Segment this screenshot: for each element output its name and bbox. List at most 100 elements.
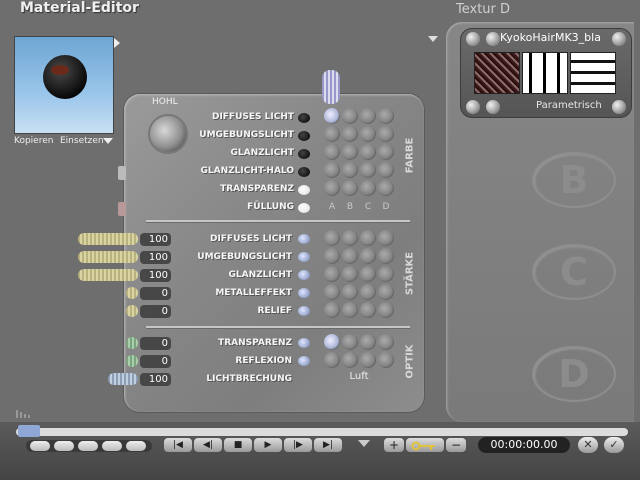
timecode-display[interactable]: 00:00:00.00 xyxy=(478,437,570,453)
material-preview[interactable] xyxy=(14,36,114,134)
texture-slot[interactable] xyxy=(378,230,394,246)
texture-slot[interactable] xyxy=(324,302,340,318)
texture-slot[interactable] xyxy=(324,248,340,264)
texture-slot[interactable] xyxy=(378,108,394,124)
texture-knob-icon[interactable] xyxy=(612,100,626,114)
texture-slot[interactable] xyxy=(342,230,358,246)
texture-knob-icon[interactable] xyxy=(486,32,500,46)
add-key-button[interactable]: + xyxy=(384,438,404,452)
texture-slot[interactable] xyxy=(378,302,394,318)
texture-slot[interactable] xyxy=(378,334,394,350)
preview-arrow-icon[interactable] xyxy=(114,38,120,48)
view-pill-button[interactable] xyxy=(54,441,74,451)
texture-slot[interactable] xyxy=(342,352,358,368)
prev-frame-button[interactable]: ◀| xyxy=(194,438,222,452)
texture-slot[interactable] xyxy=(360,284,376,300)
texture-slot[interactable] xyxy=(378,248,394,264)
texture-slot[interactable] xyxy=(360,248,376,264)
remove-key-button[interactable]: − xyxy=(446,438,466,452)
tube-handle[interactable] xyxy=(322,70,340,104)
strength-map-dot[interactable] xyxy=(298,288,310,298)
view-pill-button[interactable] xyxy=(102,441,122,451)
texture-slot[interactable] xyxy=(360,180,376,196)
refraction-preset[interactable]: Luft xyxy=(320,371,398,382)
strength-slider[interactable] xyxy=(78,251,138,263)
strength-slider[interactable] xyxy=(78,269,138,281)
key-button[interactable] xyxy=(406,438,444,452)
side-handle-icon[interactable] xyxy=(118,202,126,216)
texture-slot[interactable] xyxy=(324,144,340,160)
texture-slot[interactable] xyxy=(342,266,358,282)
texture-knob-icon[interactable] xyxy=(466,32,480,46)
color-swatch[interactable] xyxy=(298,203,310,213)
texture-thumbnail[interactable] xyxy=(474,52,520,94)
texture-slot[interactable] xyxy=(360,108,376,124)
view-pill-button[interactable] xyxy=(30,441,50,451)
texture-slot[interactable] xyxy=(378,284,394,300)
texture-slot[interactable] xyxy=(342,108,358,124)
texture-slot[interactable] xyxy=(342,248,358,264)
texture-knob-icon[interactable] xyxy=(612,32,626,46)
texture-slot[interactable] xyxy=(342,284,358,300)
texture-slot[interactable] xyxy=(324,180,340,196)
close-icon[interactable]: ✕ xyxy=(578,437,598,453)
strength-map-dot[interactable] xyxy=(298,234,310,244)
view-pill-button[interactable] xyxy=(78,441,98,451)
texture-slot[interactable] xyxy=(360,352,376,368)
texture-slot[interactable] xyxy=(378,126,394,142)
texture-mode[interactable]: Parametrisch xyxy=(536,100,602,111)
timeline-track[interactable] xyxy=(16,428,628,436)
optik-map-dot[interactable] xyxy=(298,338,310,348)
color-swatch[interactable] xyxy=(298,113,310,123)
texture-slot[interactable] xyxy=(342,144,358,160)
options-triangle-icon[interactable] xyxy=(428,36,438,42)
last-frame-button[interactable]: ▶| xyxy=(314,438,342,452)
texture-slot[interactable] xyxy=(342,180,358,196)
preview-menu-icon[interactable] xyxy=(103,138,113,144)
play-button[interactable]: ▶ xyxy=(254,438,282,452)
texture-slot[interactable] xyxy=(342,302,358,318)
side-handle-icon[interactable] xyxy=(118,166,126,180)
texture-slot[interactable] xyxy=(324,126,340,142)
texture-slot[interactable] xyxy=(324,352,340,368)
strength-map-dot[interactable] xyxy=(298,252,310,262)
texture-knob-icon[interactable] xyxy=(486,100,500,114)
texture-slot[interactable] xyxy=(378,266,394,282)
dropdown-triangle-icon[interactable] xyxy=(358,440,370,447)
strength-slider[interactable] xyxy=(78,233,138,245)
texture-slot[interactable] xyxy=(342,126,358,142)
texture-slot[interactable] xyxy=(360,126,376,142)
texture-slot[interactable] xyxy=(324,108,340,124)
texture-slot[interactable] xyxy=(360,302,376,318)
timeline-marker[interactable] xyxy=(18,425,40,437)
optik-map-dot[interactable] xyxy=(298,356,310,366)
next-frame-button[interactable]: |▶ xyxy=(284,438,312,452)
texture-slot[interactable] xyxy=(342,334,358,350)
stop-button[interactable]: ■ xyxy=(224,438,252,452)
color-swatch[interactable] xyxy=(298,167,310,177)
color-swatch[interactable] xyxy=(298,131,310,141)
texture-slot[interactable] xyxy=(324,284,340,300)
texture-slot[interactable] xyxy=(324,162,340,178)
color-swatch[interactable] xyxy=(298,185,310,195)
texture-thumbnail[interactable] xyxy=(522,52,568,94)
first-frame-button[interactable]: |◀ xyxy=(164,438,192,452)
strength-map-dot[interactable] xyxy=(298,306,310,316)
check-icon[interactable]: ✓ xyxy=(604,437,624,453)
texture-slot[interactable] xyxy=(360,162,376,178)
texture-slot[interactable] xyxy=(324,230,340,246)
ghost-letter-b[interactable]: B xyxy=(532,152,616,208)
texture-slot[interactable] xyxy=(324,266,340,282)
texture-slot[interactable] xyxy=(378,180,394,196)
texture-slot[interactable] xyxy=(360,230,376,246)
paste-link[interactable]: Einsetzen xyxy=(60,136,104,146)
texture-slot[interactable] xyxy=(378,162,394,178)
texture-knob-icon[interactable] xyxy=(466,100,480,114)
texture-slot[interactable] xyxy=(360,334,376,350)
ghost-letter-d[interactable]: D xyxy=(532,346,616,402)
texture-slot[interactable] xyxy=(378,144,394,160)
strength-map-dot[interactable] xyxy=(298,270,310,280)
view-pill-button[interactable] xyxy=(126,441,146,451)
copy-link[interactable]: Kopieren xyxy=(14,136,53,146)
texture-slot[interactable] xyxy=(360,266,376,282)
